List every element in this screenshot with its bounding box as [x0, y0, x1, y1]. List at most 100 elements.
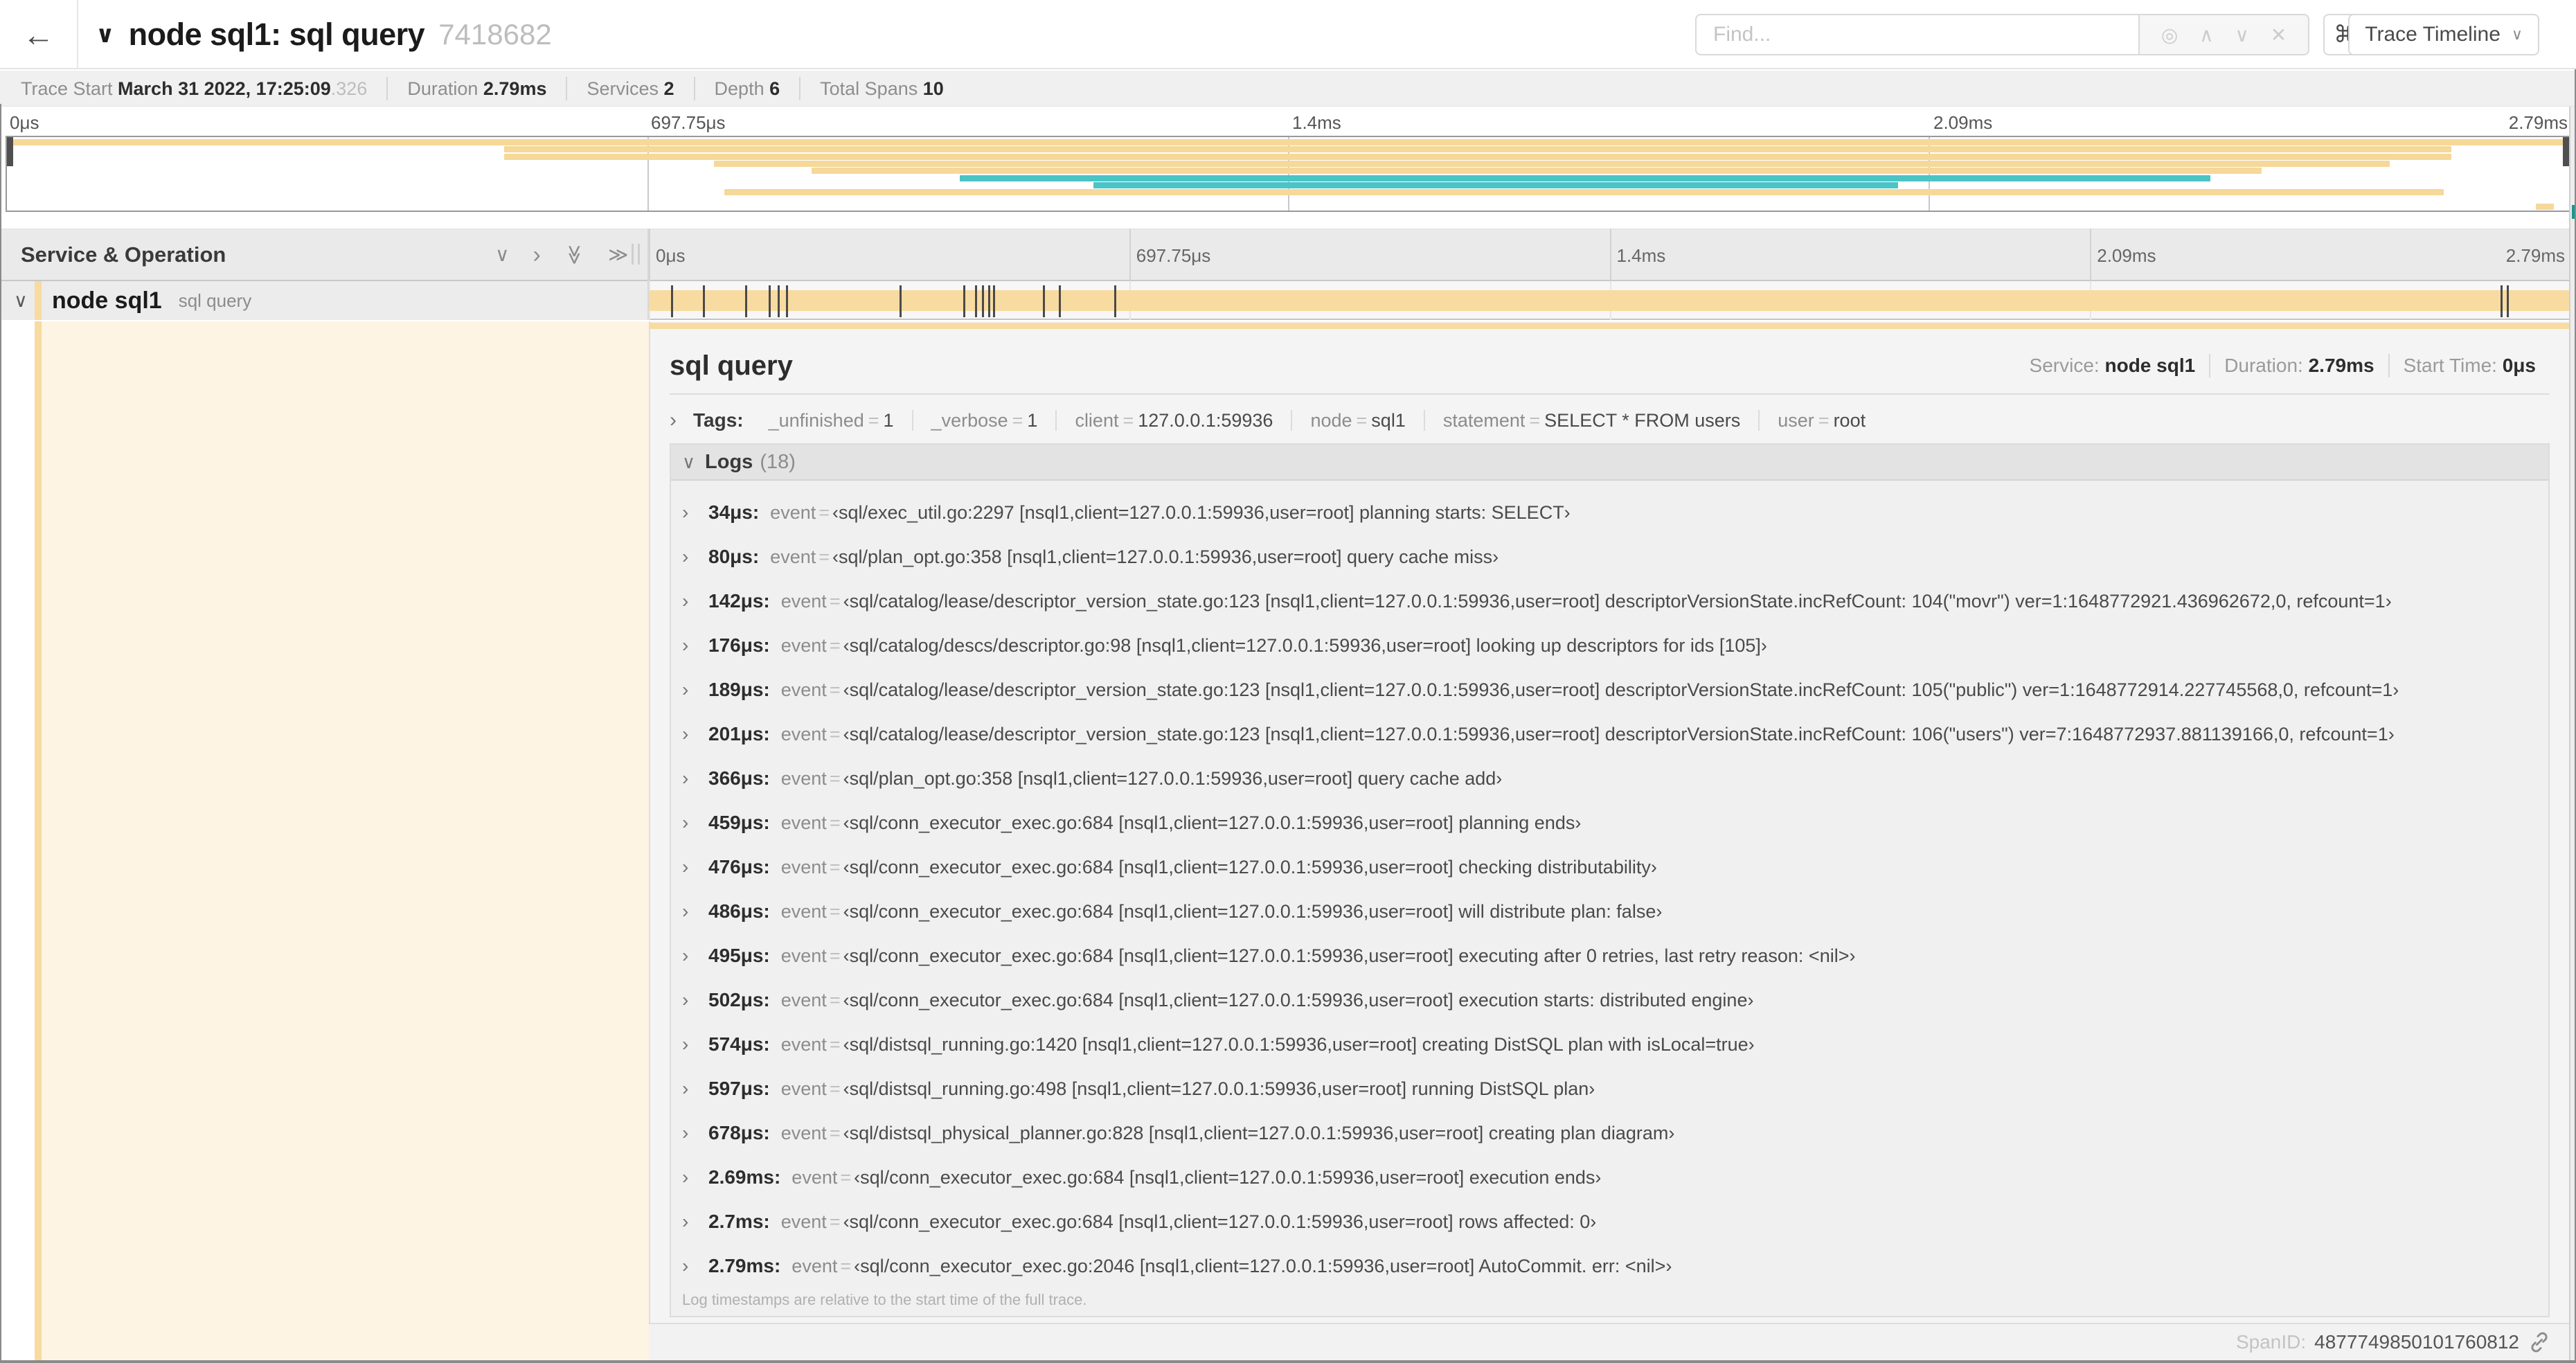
log-message: event = ‹sql/conn_executor_exec.go:2046 [n… — [791, 1256, 1672, 1277]
log-marker[interactable] — [1042, 285, 1045, 317]
find-clear-icon[interactable]: ✕ — [2271, 24, 2287, 46]
log-marker[interactable] — [993, 285, 996, 317]
link-icon[interactable] — [2528, 1330, 2551, 1354]
detail-meta: Service: node sql1 Duration: 2.79ms Star… — [2016, 354, 2550, 377]
log-marker[interactable] — [670, 285, 673, 317]
find-input[interactable] — [1695, 14, 2140, 55]
logs-section: ∨ Logs (18) › 34μs: event = ‹sql/exec_util.g… — [670, 443, 2550, 1317]
span-duration-bar[interactable] — [649, 290, 2570, 311]
log-timestamp: 366μs: — [708, 767, 770, 789]
log-entry[interactable]: › 502μs: event = ‹sql/conn_executor_exec.go:… — [671, 978, 2548, 1022]
log-value: ‹sql/distsql_running.go:498 [nsql1,clien… — [843, 1078, 1595, 1099]
log-message: event = ‹sql/distsql_running.go:498 [nsql1… — [781, 1078, 1595, 1100]
log-marker[interactable] — [2500, 285, 2503, 317]
log-equals: = — [829, 1078, 841, 1099]
chevron-right-icon: › — [682, 1211, 689, 1232]
log-message: event = ‹sql/catalog/lease/descriptor_vers… — [781, 591, 2392, 612]
log-equals: = — [829, 767, 841, 789]
collapse-all-icon[interactable]: ≫ — [564, 244, 585, 265]
log-timestamp: 574μs: — [708, 1033, 770, 1055]
tags-row[interactable]: › Tags: _unfinished = 1 _verbose = 1 client = 12… — [670, 405, 2550, 436]
log-message: event = ‹sql/conn_executor_exec.go:684 [ns… — [781, 990, 1754, 1011]
find-prev-icon[interactable]: ∧ — [2199, 24, 2214, 46]
minimap-canvas[interactable] — [6, 136, 2570, 212]
span-row-label[interactable]: ∨ node sql1 sql query — [0, 281, 649, 320]
log-entry[interactable]: › 2.79ms: event = ‹sql/conn_executor_exec.go… — [671, 1244, 2548, 1288]
log-entry[interactable]: › 476μs: event = ‹sql/conn_executor_exec.go:… — [671, 845, 2548, 889]
column-resize-grip[interactable] — [632, 244, 640, 265]
log-entry[interactable]: › 2.69ms: event = ‹sql/conn_executor_exec.go… — [671, 1155, 2548, 1200]
log-message: event = ‹sql/conn_executor_exec.go:684 [ns… — [781, 812, 1582, 834]
log-marker[interactable] — [769, 285, 771, 317]
logs-label: Logs — [705, 450, 753, 473]
detail-row-background — [42, 321, 649, 1363]
locate-icon[interactable]: ◎ — [2161, 24, 2178, 46]
span-row-timeline[interactable] — [649, 281, 2571, 320]
log-entry[interactable]: › 459μs: event = ‹sql/conn_executor_exec.go:… — [671, 801, 2548, 845]
chevron-right-icon: › — [682, 1122, 689, 1143]
log-entry[interactable]: › 2.7ms: event = ‹sql/conn_executor_exec.go:… — [671, 1200, 2548, 1244]
summary-item-label: Trace Start — [21, 78, 118, 99]
summary-item-value: 2.79ms — [483, 78, 547, 99]
log-entry[interactable]: › 189μs: event = ‹sql/catalog/lease/descript… — [671, 668, 2548, 712]
log-entry[interactable]: › 486μs: event = ‹sql/conn_executor_exec.go:… — [671, 889, 2548, 934]
log-marker[interactable] — [745, 285, 748, 317]
log-message: event = ‹sql/conn_executor_exec.go:684 [ns… — [781, 901, 1663, 923]
back-button[interactable]: ← — [0, 0, 78, 69]
log-entry[interactable]: › 495μs: event = ‹sql/conn_executor_exec.go:… — [671, 934, 2548, 978]
log-entry[interactable]: › 678μs: event = ‹sql/distsql_physical_plann… — [671, 1111, 2548, 1155]
log-equals: = — [829, 634, 841, 656]
span-collapse-icon[interactable]: ∨ — [14, 290, 28, 312]
jaeger-trace-page: ← ∨ node sql1: sql query 7418682 ◎ ∧ ∨ ✕… — [0, 0, 2576, 1363]
log-entry[interactable]: › 142μs: event = ‹sql/catalog/lease/descript… — [671, 579, 2548, 623]
log-timestamp: 176μs: — [708, 634, 770, 656]
trace-title-group[interactable]: ∨ node sql1: sql query 7418682 — [96, 0, 552, 69]
minimap-left-scrubber[interactable] — [7, 137, 13, 166]
log-marker[interactable] — [963, 285, 966, 317]
find-next-icon[interactable]: ∨ — [2235, 24, 2249, 46]
detail-operation-title: sql query — [670, 350, 793, 381]
log-marker[interactable] — [777, 285, 780, 317]
log-marker[interactable] — [702, 285, 705, 317]
log-marker[interactable] — [975, 285, 978, 317]
log-entry[interactable]: › 574μs: event = ‹sql/distsql_running.go:142… — [671, 1022, 2548, 1067]
log-key: event — [780, 812, 827, 833]
log-message: event = ‹sql/distsql_running.go:1420 [nsql… — [781, 1034, 1755, 1055]
log-key: event — [780, 1122, 827, 1143]
minimap-right-scrubber[interactable] — [2563, 137, 2569, 166]
ruler-tick-label: 0μs — [656, 245, 686, 266]
minimap-span-bar — [714, 160, 2390, 167]
collapse-one-icon[interactable]: ∨ — [495, 245, 510, 265]
tag-item: statement = SELECT * FROM users — [1423, 410, 1759, 431]
collapse-trace-icon[interactable]: ∨ — [96, 21, 115, 48]
log-marker[interactable] — [982, 285, 985, 317]
log-value: ‹sql/conn_executor_exec.go:684 [nsql1,cl… — [843, 989, 1754, 1010]
chevron-right-icon: › — [682, 679, 689, 700]
log-marker[interactable] — [1058, 285, 1061, 317]
tag-item: _unfinished = 1 — [751, 410, 912, 431]
chevron-right-icon: › — [682, 900, 689, 922]
log-value: ‹sql/conn_executor_exec.go:684 [nsql1,cl… — [843, 900, 1663, 922]
log-entry[interactable]: › 34μs: event = ‹sql/exec_util.go:2297 [nsql… — [671, 490, 2548, 535]
tag-item: _verbose = 1 — [911, 410, 1056, 431]
log-entry[interactable]: › 80μs: event = ‹sql/plan_opt.go:358 [nsql1,… — [671, 535, 2548, 579]
expand-one-icon[interactable]: › — [533, 243, 541, 267]
log-entry[interactable]: › 366μs: event = ‹sql/plan_opt.go:358 [nsql1… — [671, 756, 2548, 801]
log-entry[interactable]: › 176μs: event = ‹sql/catalog/descs/descript… — [671, 623, 2548, 668]
log-marker[interactable] — [785, 285, 788, 317]
log-timestamp: 142μs: — [708, 590, 770, 612]
log-marker[interactable] — [1114, 285, 1117, 317]
log-entry[interactable]: › 597μs: event = ‹sql/distsql_running.go:498… — [671, 1067, 2548, 1111]
tag-value: SELECT * FROM users — [1544, 410, 1741, 431]
log-marker[interactable] — [900, 285, 902, 317]
logs-header[interactable]: ∨ Logs (18) — [671, 445, 2548, 481]
ruler-tick-label: 1.4ms — [1616, 245, 1666, 266]
chevron-right-icon: › — [670, 409, 677, 431]
expand-all-icon[interactable]: ≫ — [608, 245, 628, 265]
tag-value: 1 — [883, 410, 894, 431]
log-marker[interactable] — [988, 285, 991, 317]
view-selector-button[interactable]: Trace Timeline ∨ — [2348, 14, 2539, 55]
ruler-gridline — [1609, 229, 1611, 281]
log-entry[interactable]: › 201μs: event = ‹sql/catalog/lease/descript… — [671, 712, 2548, 756]
log-marker[interactable] — [2507, 285, 2510, 317]
